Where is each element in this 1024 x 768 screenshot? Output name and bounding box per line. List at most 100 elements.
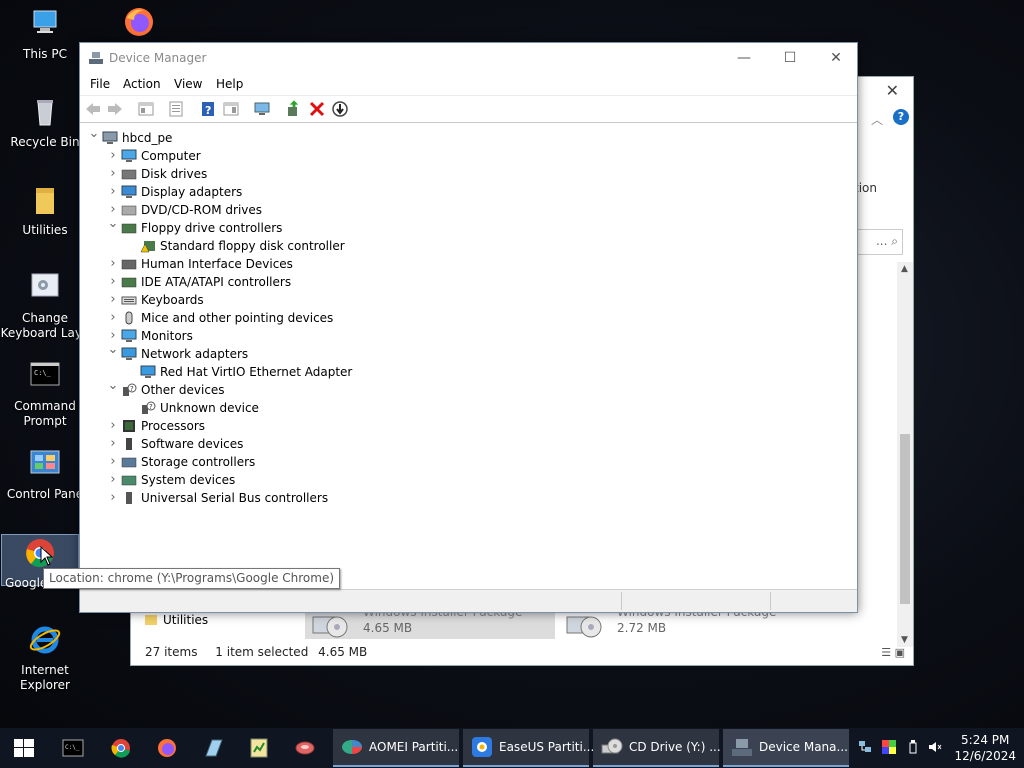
device-manager-window[interactable]: Device Manager — ☐ ✕ File Action View He… xyxy=(79,42,858,613)
tree-node[interactable]: ⌄? Other devices xyxy=(107,379,640,399)
minimize-button[interactable]: — xyxy=(721,47,767,69)
back-arrow-icon[interactable] xyxy=(84,100,102,118)
menu-action[interactable]: Action xyxy=(123,77,161,91)
chevron-right-icon[interactable]: › xyxy=(107,291,119,308)
chevron-right-icon[interactable]: › xyxy=(107,309,119,326)
desktop-icon-this-pc[interactable]: This PC xyxy=(0,8,90,62)
chevron-right-icon[interactable]: › xyxy=(107,147,119,164)
desktop-icon-internet-explorer[interactable]: Internet Explorer xyxy=(0,624,90,693)
tree-node-label: Software devices xyxy=(141,437,244,451)
tree-node[interactable]: › Monitors xyxy=(107,327,640,345)
taskbar-app-device-manager[interactable]: Device Mana... xyxy=(723,729,849,767)
chevron-right-icon[interactable]: › xyxy=(107,165,119,182)
taskbar-app-easeus[interactable]: EaseUS Partiti... xyxy=(463,729,594,767)
chevron-down-icon[interactable]: ⌄ xyxy=(107,379,119,392)
taskbar-app-label: CD Drive (Y:) ... xyxy=(629,740,721,754)
show-hide-console-tree-icon[interactable] xyxy=(137,100,155,118)
window-title: Device Manager xyxy=(109,51,207,65)
scroll-up-arrow-icon[interactable]: ▲ xyxy=(901,264,908,274)
network-tray-icon[interactable] xyxy=(858,740,872,754)
chevron-up-icon[interactable]: ︿ xyxy=(871,111,883,128)
taskbar-command-prompt[interactable]: C:\_ xyxy=(52,728,96,768)
firefox-desktop-icon[interactable] xyxy=(122,6,156,38)
tree-node[interactable]: › Processors xyxy=(107,417,640,435)
tree-node[interactable]: › DVD/CD-ROM drives xyxy=(107,201,640,219)
chevron-right-icon[interactable]: › xyxy=(107,273,119,290)
tree-node[interactable]: Standard floppy disk controller xyxy=(126,237,640,255)
taskbar-notepad[interactable] xyxy=(192,728,236,768)
tree-node[interactable]: ? Unknown device xyxy=(126,399,640,417)
file-item-selected[interactable]: Windows Installer Package 4.65 MB xyxy=(305,605,555,639)
tree-node[interactable]: › Mice and other pointing devices xyxy=(107,309,640,327)
desktop-icon-recycle-bin[interactable]: Recycle Bin xyxy=(0,96,90,150)
taskbar-chrome[interactable] xyxy=(100,728,144,768)
taskbar-app-cd-drive[interactable]: CD Drive (Y:) ... xyxy=(593,729,721,767)
title-bar[interactable]: Device Manager — ☐ ✕ xyxy=(80,43,857,73)
search-box[interactable]: ... ⌕ xyxy=(853,229,903,255)
tree-node[interactable]: › Keyboards xyxy=(107,291,640,309)
desktop-icon-change-keyboard[interactable]: Change Keyboard Layo xyxy=(0,272,90,341)
close-button[interactable]: ✕ xyxy=(813,47,859,69)
tree-node[interactable]: Red Hat VirtIO Ethernet Adapter xyxy=(126,363,640,381)
maximize-button[interactable]: ☐ xyxy=(767,47,813,69)
chevron-right-icon[interactable]: › xyxy=(107,417,119,434)
tree-node-label: Network adapters xyxy=(141,347,249,361)
tree-node[interactable]: › Disk drives xyxy=(107,165,640,183)
tree-node[interactable]: ⌄ Network adapters xyxy=(107,343,640,363)
help-icon[interactable]: ? xyxy=(199,100,217,118)
tree-node[interactable]: ⌄ hbcd_pe xyxy=(88,127,640,147)
clock-time: 5:24 PM xyxy=(961,733,1010,747)
tree-node[interactable]: ⌄ Floppy drive controllers xyxy=(107,217,640,237)
view-toggle[interactable]: ☰ ▣ xyxy=(881,646,905,659)
chevron-down-icon[interactable]: ⌄ xyxy=(107,343,119,356)
menu-view[interactable]: View xyxy=(174,77,202,91)
close-icon[interactable]: ✕ xyxy=(886,81,899,100)
details-view-icon[interactable]: ☰ xyxy=(881,646,891,659)
chevron-down-icon[interactable]: ⌄ xyxy=(88,127,100,140)
update-driver-icon[interactable] xyxy=(285,100,303,118)
taskbar-firefox[interactable] xyxy=(146,728,190,768)
tree-node[interactable]: › Storage controllers xyxy=(107,453,640,471)
chevron-right-icon[interactable]: › xyxy=(107,435,119,452)
nav-item-utilities[interactable]: Utilities xyxy=(163,613,208,627)
chevron-right-icon[interactable]: › xyxy=(107,183,119,200)
desktop-icon-utilities[interactable]: Utilities xyxy=(0,184,90,238)
tree-node[interactable]: › Universal Serial Bus controllers xyxy=(107,489,640,507)
tree-node[interactable]: › IDE ATA/ATAPI controllers xyxy=(107,273,640,291)
taskbar-disk-tool[interactable] xyxy=(284,728,328,768)
chevron-right-icon[interactable]: › xyxy=(107,471,119,488)
menu-help[interactable]: Help xyxy=(216,77,243,91)
tree-node[interactable]: › Computer xyxy=(107,147,640,165)
scroll-down-arrow-icon[interactable]: ▼ xyxy=(901,635,908,645)
menu-file[interactable]: File xyxy=(90,77,110,91)
desktop-icon-control-panel[interactable]: Control Pane xyxy=(0,448,90,502)
chevron-right-icon[interactable]: › xyxy=(107,489,119,506)
scrollbar-thumb[interactable] xyxy=(900,434,910,604)
usb-drive-tray-icon[interactable] xyxy=(906,740,920,754)
scan-hardware-changes-icon[interactable] xyxy=(253,100,271,118)
action-pane-icon[interactable] xyxy=(222,100,240,118)
vertical-scrollbar[interactable]: ▲ ▼ xyxy=(897,262,913,647)
device-tree[interactable]: ⌄ hbcd_pe › Computer › Disk drives › Display ad… xyxy=(80,125,857,587)
desktop-icon-command-prompt[interactable]: C:\_ Command Prompt xyxy=(0,360,90,429)
disable-device-icon[interactable] xyxy=(331,100,349,118)
taskbar-spreadsheet-tool[interactable] xyxy=(238,728,282,768)
tree-node[interactable]: › Software devices xyxy=(107,435,640,453)
file-item[interactable]: Windows Installer Package 2.72 MB xyxy=(559,605,809,639)
help-icon[interactable]: ? xyxy=(893,109,909,125)
uninstall-device-icon[interactable] xyxy=(308,100,326,118)
properties-icon[interactable] xyxy=(167,100,185,118)
speaker-muted-icon[interactable] xyxy=(928,740,942,754)
chevron-right-icon[interactable]: › xyxy=(107,453,119,470)
color-palette-tray-icon[interactable] xyxy=(882,740,896,754)
tree-node[interactable]: › System devices xyxy=(107,471,640,489)
start-button[interactable] xyxy=(0,728,48,768)
chevron-right-icon[interactable]: › xyxy=(107,255,119,272)
tree-node[interactable]: › Human Interface Devices xyxy=(107,255,640,273)
large-icons-view-icon[interactable]: ▣ xyxy=(895,646,905,659)
tree-node[interactable]: › Display adapters xyxy=(107,183,640,201)
taskbar-app-aomei[interactable]: AOMEI Partiti... xyxy=(333,729,459,767)
chevron-down-icon[interactable]: ⌄ xyxy=(107,217,119,230)
forward-arrow-icon[interactable] xyxy=(106,100,124,118)
system-clock[interactable]: 5:24 PM 12/6/2024 xyxy=(954,732,1016,764)
